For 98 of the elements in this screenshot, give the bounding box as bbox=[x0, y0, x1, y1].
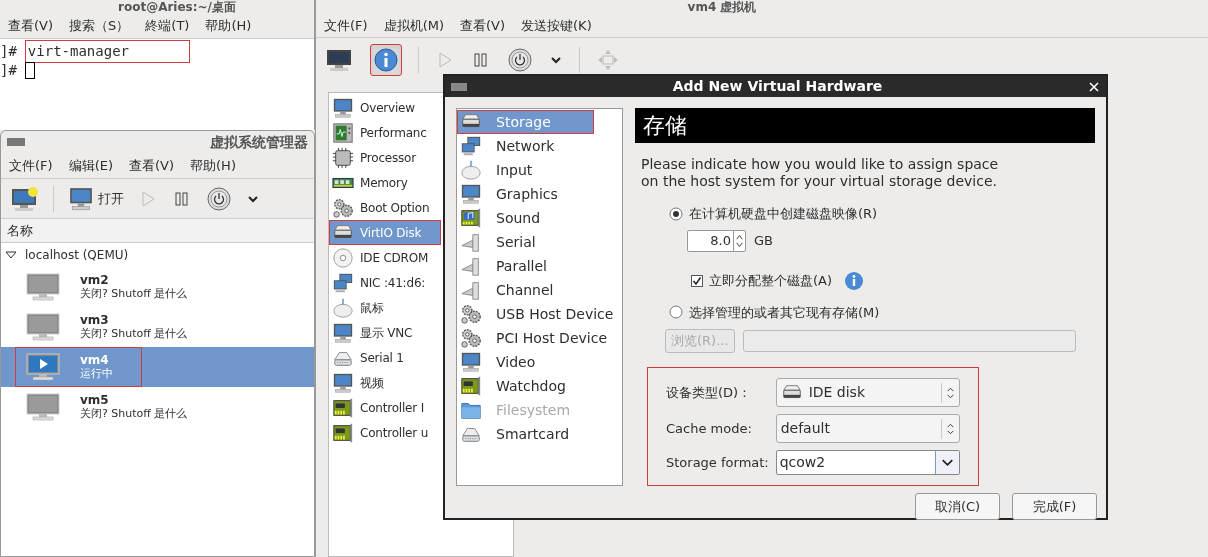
power-icon[interactable] bbox=[507, 47, 533, 73]
details-button[interactable] bbox=[370, 44, 402, 76]
section-header: 存储 bbox=[635, 108, 1095, 143]
shell-prompt: ]# bbox=[0, 61, 17, 80]
column-header[interactable]: 名称 bbox=[7, 220, 33, 241]
disc-icon bbox=[332, 246, 354, 269]
menu-item[interactable]: 查看(V) bbox=[460, 15, 506, 36]
hardware-item[interactable]: USB Host Device bbox=[457, 302, 622, 326]
vm-status: 关闭? Shutoff 是什么 bbox=[80, 287, 188, 301]
checkbox[interactable] bbox=[691, 274, 703, 287]
menu-item[interactable]: 文件(F) bbox=[9, 155, 53, 176]
power-icon[interactable] bbox=[206, 185, 232, 212]
radio-button[interactable] bbox=[669, 206, 683, 221]
card-icon bbox=[332, 421, 354, 444]
monitor-icon bbox=[326, 48, 352, 72]
hardware-item[interactable]: Smartcard bbox=[457, 422, 622, 446]
radio-label[interactable]: 在计算机硬盘中创建磁盘映像(R) bbox=[689, 204, 878, 224]
hardware-item[interactable]: PCI Host Device bbox=[457, 326, 622, 350]
command-text: virt-manager bbox=[24, 40, 190, 63]
card-icon bbox=[460, 375, 482, 397]
path-field[interactable] bbox=[742, 330, 1076, 352]
menu-item[interactable]: 查看(V) bbox=[8, 16, 54, 36]
shell-prompt: ]# bbox=[0, 42, 17, 61]
network-icon bbox=[332, 271, 354, 294]
window-title: 虚拟系统管理器 bbox=[210, 132, 308, 152]
monitor-icon bbox=[332, 96, 354, 119]
monitor-icon bbox=[460, 351, 482, 373]
radio-label[interactable]: 选择管理的或者其它现有存储(M) bbox=[689, 302, 880, 322]
field-label: Cache mode: bbox=[666, 419, 753, 438]
open-button[interactable]: 打开 bbox=[68, 185, 124, 212]
gears-icon bbox=[460, 327, 482, 349]
monitor-icon bbox=[460, 183, 482, 205]
dialog-button[interactable]: 取消(C) bbox=[915, 493, 1000, 520]
monitor-icon bbox=[332, 321, 354, 344]
mouse-icon bbox=[460, 159, 482, 181]
card-icon bbox=[332, 396, 354, 419]
gears-icon bbox=[332, 196, 354, 219]
window-title: root@Aries:~/桌面 bbox=[118, 0, 236, 14]
vm-name: vm2 bbox=[80, 273, 110, 287]
monitor-icon bbox=[332, 371, 354, 394]
dropdown[interactable]: default bbox=[775, 414, 960, 443]
menu-item[interactable]: 終端(T) bbox=[145, 16, 190, 36]
plug-icon bbox=[460, 231, 482, 253]
size-spinner[interactable]: 8.0 bbox=[687, 229, 746, 252]
info-icon bbox=[373, 47, 399, 73]
menu-item[interactable]: 帮助(H) bbox=[205, 16, 252, 36]
hardware-item[interactable]: Watchdog bbox=[457, 374, 622, 398]
vm-status: 关闭? Shutoff 是什么 bbox=[80, 327, 188, 341]
hardware-item[interactable]: Graphics bbox=[457, 182, 622, 206]
chip-icon bbox=[332, 146, 354, 169]
radio-button[interactable] bbox=[669, 305, 683, 320]
hardware-item[interactable]: Input bbox=[457, 158, 622, 182]
dialog-button[interactable]: 完成(F) bbox=[1012, 493, 1097, 520]
field-label: Storage format: bbox=[666, 453, 770, 472]
new-vm-icon[interactable] bbox=[11, 185, 39, 212]
spin-arrows-icon[interactable] bbox=[733, 230, 745, 251]
plug-icon bbox=[460, 279, 482, 301]
network-icon bbox=[460, 135, 482, 157]
menu-item[interactable]: 发送按键(K) bbox=[521, 15, 592, 36]
vm-status: 关闭? Shutoff 是什么 bbox=[80, 407, 188, 421]
vm-name: vm3 bbox=[80, 313, 110, 327]
hardware-item[interactable]: Sound bbox=[457, 206, 622, 230]
close-icon[interactable] bbox=[1088, 80, 1100, 93]
sound-card-icon bbox=[460, 207, 482, 229]
vm-row[interactable]: vm3 关闭? Shutoff 是什么 bbox=[1, 307, 314, 347]
dialog-title: Add New Virtual Hardware bbox=[671, 77, 884, 96]
hardware-item[interactable]: Video bbox=[457, 350, 622, 374]
expander-icon[interactable] bbox=[5, 249, 17, 261]
chart-icon bbox=[332, 121, 354, 144]
field-label: 设备类型(D)： bbox=[666, 383, 753, 402]
format-combo[interactable]: qcow2 bbox=[775, 450, 960, 475]
plug-icon bbox=[460, 255, 482, 277]
vm-row[interactable]: vm2 关闭? Shutoff 是什么 bbox=[1, 267, 314, 307]
vm-name: vm4 bbox=[80, 353, 110, 367]
vm-name: vm5 bbox=[80, 393, 110, 407]
hardware-item[interactable]: Parallel bbox=[457, 254, 622, 278]
unit-label: GB bbox=[754, 231, 773, 250]
info-icon[interactable] bbox=[844, 270, 865, 291]
hardware-item[interactable]: Serial bbox=[457, 230, 622, 254]
host-label[interactable]: localhost (QEMU) bbox=[25, 246, 129, 264]
menu-item[interactable]: 虚拟机(M) bbox=[383, 15, 444, 36]
gears-icon bbox=[460, 303, 482, 325]
dropdown-icon[interactable] bbox=[935, 451, 959, 474]
hardware-item[interactable]: Channel bbox=[457, 278, 622, 302]
menu-item[interactable]: 查看(V) bbox=[129, 155, 175, 176]
description-text: Please indicate how you would like to assign space on the host system for your virtual storage device. bbox=[641, 156, 1000, 190]
monitor-icon bbox=[68, 185, 94, 212]
vm-status: 运行中 bbox=[80, 367, 113, 381]
vm-row[interactable]: vm5 关闭? Shutoff 是什么 bbox=[1, 387, 314, 427]
menu-item[interactable]: 编辑(E) bbox=[68, 155, 113, 176]
menu-item[interactable]: 帮助(H) bbox=[190, 155, 236, 176]
menu-item[interactable]: 文件(F) bbox=[324, 15, 368, 36]
window-title: vm4 虚拟机 bbox=[687, 0, 757, 14]
checkbox-label[interactable]: 立即分配整个磁盘(A) bbox=[709, 270, 833, 291]
hardware-item[interactable]: Network bbox=[457, 134, 622, 158]
dropdown[interactable]: IDE disk bbox=[775, 378, 960, 407]
menu-item[interactable]: 搜索（S） bbox=[69, 16, 130, 36]
mouse-icon bbox=[332, 296, 354, 319]
